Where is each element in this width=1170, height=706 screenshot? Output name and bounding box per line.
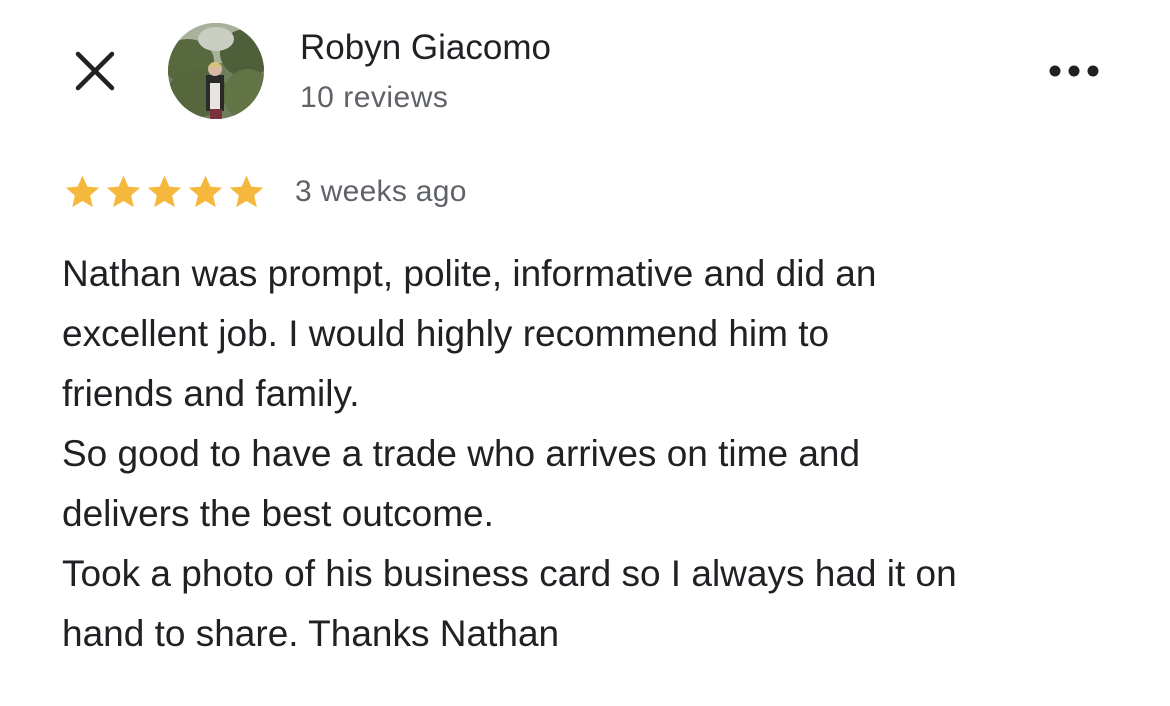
review-text-line: Took a photo of his business card so I a… [62, 553, 957, 594]
review-text: Nathan was prompt, polite, informative a… [62, 244, 1142, 664]
author-name[interactable]: Robyn Giacomo [300, 28, 551, 68]
star-icon [147, 175, 182, 208]
avatar[interactable] [168, 23, 264, 119]
star-rating [62, 172, 267, 212]
review-text-line: Nathan was prompt, polite, informative a… [62, 253, 877, 294]
review-text-line: delivers the best outcome. [62, 493, 494, 534]
review-text-line: So good to have a trade who arrives on t… [62, 433, 861, 474]
star-icon [106, 175, 141, 208]
review-text-line: friends and family. [62, 373, 360, 414]
close-icon [75, 51, 115, 91]
review-text-line: excellent job. I would highly recommend … [62, 313, 830, 354]
review-count[interactable]: 10 reviews [300, 80, 448, 116]
close-button[interactable] [70, 48, 120, 94]
review-date: 3 weeks ago [295, 175, 467, 208]
star-icon [229, 175, 264, 208]
avatar-photo [168, 23, 264, 119]
star-icon [65, 175, 100, 208]
more-horizontal-icon [1049, 65, 1099, 77]
star-icon [188, 175, 223, 208]
review-text-line: hand to share. Thanks Nathan [62, 613, 560, 654]
more-options-button[interactable] [1044, 56, 1104, 86]
